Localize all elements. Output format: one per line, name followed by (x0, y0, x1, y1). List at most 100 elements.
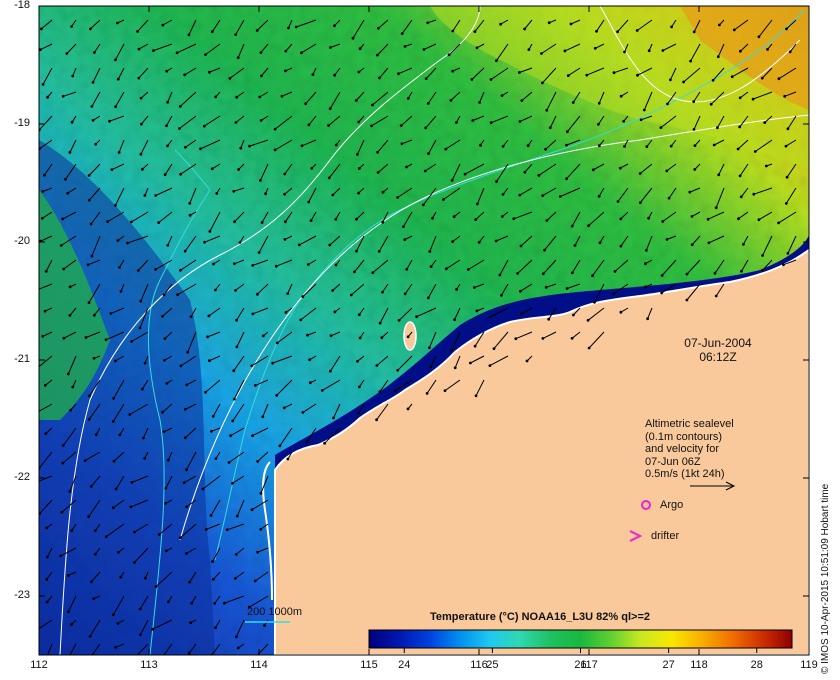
velocity-vector-head (544, 147, 547, 151)
velocity-vector-head (618, 166, 622, 170)
velocity-vector-head (636, 73, 639, 77)
velocity-vector-head (136, 30, 140, 33)
velocity-vector-head (354, 99, 358, 102)
velocity-vector-head (284, 69, 287, 73)
velocity-vector-head (647, 216, 651, 220)
velocity-vector-head (488, 315, 492, 319)
velocity-vector-head (138, 326, 142, 330)
velocity-vector-head (225, 528, 229, 532)
velocity-vector-head (184, 145, 187, 149)
velocity-vector-head (669, 78, 672, 82)
velocity-vector-head (431, 216, 434, 220)
velocity-vector-head (274, 264, 278, 268)
velocity-vector-head (526, 144, 530, 148)
velocity-vector-head (376, 150, 379, 154)
isobath-legend-label: 200 1000m (247, 606, 303, 618)
altimetry-legend: Altimetric sealevel (0.1m contours) and … (645, 418, 734, 481)
velocity-vector-head (635, 29, 639, 32)
velocity-vector-head (309, 219, 313, 223)
velocity-vector-head (157, 533, 161, 536)
velocity-vector-head (41, 334, 45, 338)
velocity-vector-head (645, 145, 649, 149)
velocity-vector-head (406, 407, 410, 411)
velocity-vector-head (286, 457, 290, 461)
legend-line: and velocity for (645, 443, 719, 455)
velocity-vector-head (116, 21, 119, 25)
velocity-vector-head (64, 177, 67, 181)
velocity-vector-head (165, 124, 168, 128)
velocity-vector-head (661, 220, 665, 223)
colorbar-tick-label: 24 (398, 659, 411, 671)
velocity-vector-head (114, 58, 117, 62)
velocity-vector-head (258, 95, 262, 99)
velocity-vector-head (34, 368, 37, 371)
velocity-vector-head (190, 601, 194, 605)
velocity-vector-head (117, 550, 120, 554)
velocity-vector-head (133, 530, 136, 534)
velocity-vector-head (371, 103, 374, 107)
velocity-vector-head (306, 263, 310, 266)
velocity-vector-head (647, 49, 651, 53)
velocity-vector-head (540, 52, 543, 55)
latitude-tick-label: -20 (14, 235, 30, 247)
velocity-vector-head (300, 144, 304, 148)
velocity-vector-head (659, 126, 663, 129)
velocity-vector-head (742, 242, 745, 246)
velocity-vector-head (400, 32, 404, 35)
velocity-vector-head (572, 313, 575, 317)
velocity-vector-head (139, 633, 142, 637)
velocity-vector-head (255, 29, 259, 32)
velocity-vector-head (66, 191, 70, 195)
velocity-vector-head (89, 27, 92, 31)
velocity-vector-head (185, 383, 189, 387)
velocity-vector-head (210, 429, 213, 433)
velocity-vector-head (375, 418, 378, 422)
velocity-vector-head (307, 200, 311, 204)
velocity-vector-head (59, 244, 63, 247)
map-time: 06:12Z (699, 350, 737, 364)
velocity-vector-head (68, 490, 72, 493)
longitude-tick-label: 115 (360, 659, 378, 671)
velocity-vector-head (612, 292, 616, 296)
velocity-vector-head (259, 527, 263, 531)
velocity-vector-head (644, 285, 647, 289)
velocity-vector-head (142, 436, 145, 440)
velocity-vector-head (358, 336, 362, 340)
velocity-vector-head (87, 174, 91, 177)
velocity-vector-head (139, 152, 143, 156)
velocity-vector-head (87, 417, 91, 421)
longitude-tick-label: 112 (30, 659, 48, 671)
velocity-vector-head (187, 651, 191, 655)
velocity-vector-head (766, 48, 769, 51)
velocity-vector-head (612, 71, 616, 75)
velocity-vector-head (260, 74, 263, 78)
velocity-vector-head (371, 271, 375, 274)
velocity-vector-head (638, 172, 642, 175)
velocity-vector-head (275, 394, 279, 397)
velocity-vector-head (709, 102, 713, 106)
velocity-vector-head (229, 434, 233, 438)
velocity-vector-head (591, 274, 594, 278)
velocity-vector-head (397, 318, 401, 322)
velocity-vector-head (476, 202, 479, 206)
velocity-vector-head (571, 101, 575, 104)
velocity-vector-head (68, 285, 72, 289)
velocity-vector-head (739, 49, 742, 53)
velocity-vector-head (665, 238, 669, 241)
velocity-vector-head (35, 412, 38, 415)
velocity-vector-head (455, 121, 458, 124)
velocity-vector-head (234, 635, 238, 639)
velocity-vector-head (423, 169, 427, 173)
velocity-vector-head (450, 179, 454, 182)
velocity-vector-head (311, 73, 315, 76)
velocity-vector-head (62, 267, 66, 271)
velocity-vector-head (307, 123, 311, 127)
velocity-vector-head (421, 203, 425, 207)
velocity-vector-head (111, 420, 115, 423)
velocity-vector-head (164, 549, 168, 553)
velocity-vector-head (444, 147, 448, 151)
velocity-vector-head (570, 271, 574, 275)
barrow-island (403, 321, 417, 351)
colorbar-tick-label: 25 (486, 659, 499, 671)
velocity-vector-head (283, 172, 287, 176)
